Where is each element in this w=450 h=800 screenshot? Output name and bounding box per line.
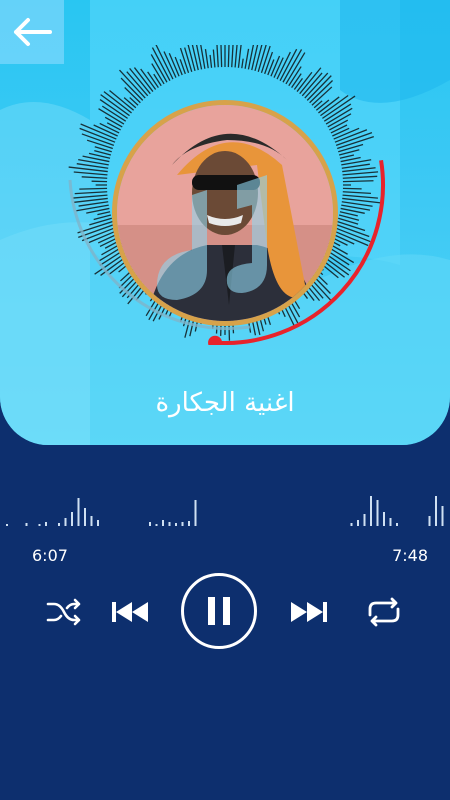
song-title: اغنية الجكارة — [155, 388, 295, 418]
repeat-icon — [368, 597, 400, 627]
shuffle-icon — [46, 598, 81, 626]
progress-knob[interactable] — [208, 335, 223, 345]
back-arrow-icon — [14, 18, 52, 46]
next-button[interactable] — [287, 592, 331, 632]
current-time: 6:07 — [32, 546, 68, 565]
pause-icon — [208, 597, 230, 625]
total-time: 7:48 — [392, 546, 428, 565]
previous-button[interactable] — [108, 592, 152, 632]
play-pause-button[interactable] — [181, 573, 257, 649]
skip-previous-icon — [112, 602, 148, 622]
back-button[interactable] — [0, 0, 64, 64]
shuffle-button[interactable] — [44, 592, 84, 632]
audio-waveform — [6, 496, 444, 526]
repeat-button[interactable] — [362, 592, 406, 632]
player-controls — [0, 570, 450, 654]
skip-next-icon — [291, 602, 327, 622]
artist-photo — [112, 100, 338, 326]
